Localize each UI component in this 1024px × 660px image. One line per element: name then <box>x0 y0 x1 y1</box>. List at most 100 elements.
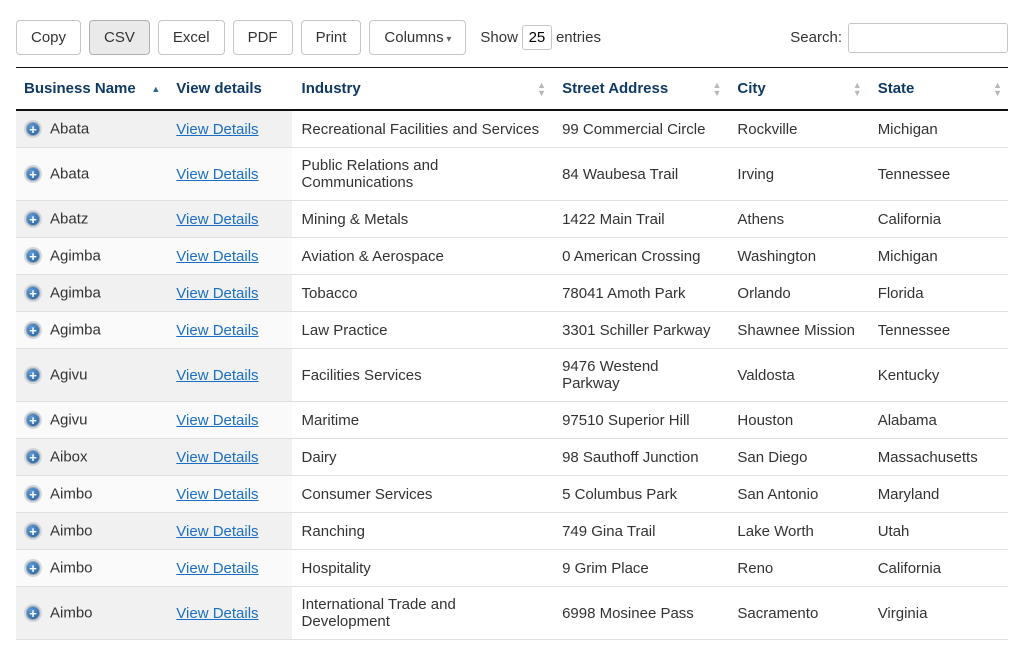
cell-state: Virginia <box>868 587 1008 640</box>
column-street-address[interactable]: Street Address ▲▼ <box>552 68 727 111</box>
length-control: Show entries <box>480 25 601 50</box>
expand-icon[interactable]: + <box>24 448 42 466</box>
table-row: +AgimbaView DetailsTobacco78041 Amoth Pa… <box>16 275 1008 312</box>
view-details-link[interactable]: View Details <box>176 121 258 138</box>
table-row: + Aimbo View Details Hospitality9 Grim Plac… <box>16 550 1008 587</box>
cell-industry: Recreational Facilities and Services <box>292 110 553 148</box>
expand-icon[interactable]: + <box>24 366 42 384</box>
cell-city: Athens <box>727 201 867 238</box>
view-details-link[interactable]: View Details <box>176 367 258 384</box>
cell-view-details: View Details <box>166 201 291 238</box>
view-details-link[interactable]: View Details <box>176 523 258 540</box>
show-label: Show <box>480 29 518 46</box>
cell-business-name: +Agivu <box>16 402 166 439</box>
cell-industry: Ranching <box>292 513 553 550</box>
sort-icon: ▲▼ <box>853 81 862 97</box>
cell-industry: Facilities Services <box>292 349 553 402</box>
cell-business-name: +Aimbo <box>16 587 166 640</box>
business-name-text: Abatz <box>50 211 88 228</box>
cell-state: Michigan <box>868 110 1008 148</box>
length-input[interactable] <box>522 25 552 50</box>
view-details-link[interactable]: View Details <box>176 605 258 622</box>
sort-icon: ▲▼ <box>537 81 546 97</box>
column-business-name[interactable]: Business Name ▲ <box>16 68 166 111</box>
cell-street-address: 99 Commercial Circle <box>552 110 727 148</box>
view-details-link[interactable]: View Details <box>176 322 258 339</box>
column-city[interactable]: City ▲▼ <box>727 68 867 111</box>
cell-business-name: +Abata <box>16 110 166 148</box>
cell-view-details: View Details <box>166 238 291 275</box>
cell-street-address: 78041 Amoth Park <box>552 275 727 312</box>
column-view-details[interactable]: View details <box>166 68 291 111</box>
cell-view-details: View Details <box>166 587 291 640</box>
expand-icon[interactable]: + <box>24 284 42 302</box>
cell-industry: Maritime <box>292 402 553 439</box>
expand-icon[interactable]: + <box>24 165 42 183</box>
table-row: +AgimbaView DetailsLaw Practice3301 Schi… <box>16 312 1008 349</box>
expand-icon[interactable]: + <box>24 604 42 622</box>
expand-icon[interactable]: + <box>24 247 42 265</box>
search-input[interactable] <box>848 23 1008 53</box>
csv-button[interactable]: CSV <box>89 20 150 55</box>
print-button[interactable]: Print <box>301 20 362 55</box>
cell-city: Irving <box>727 148 867 201</box>
view-details-link[interactable]: View Details <box>176 486 258 503</box>
cell-industry: Aviation & Aerospace <box>292 238 553 275</box>
expand-icon[interactable]: + <box>24 411 42 429</box>
table-row: +AimboView DetailsRanching749 Gina Trail… <box>16 513 1008 550</box>
pdf-button[interactable]: PDF <box>233 20 293 55</box>
cell-view-details: View Details <box>166 312 291 349</box>
search-label: Search: <box>790 29 842 46</box>
cell-street-address: 1422 Main Trail <box>552 201 727 238</box>
cell-industry: Tobacco <box>292 275 553 312</box>
datatable-container: Copy CSV Excel PDF Print Columns Show en… <box>16 20 1008 640</box>
cell-state: Utah <box>868 513 1008 550</box>
cell-state: Alabama <box>868 402 1008 439</box>
column-label: City <box>737 80 765 97</box>
view-details-link[interactable]: View Details <box>176 449 258 466</box>
table-row: +Abata View Details Recreational Facilitie… <box>16 110 1008 148</box>
column-label: View details <box>176 80 262 97</box>
table-row: +AgivuView DetailsFacilities Services947… <box>16 349 1008 402</box>
column-label: Business Name <box>24 80 136 97</box>
view-details-link[interactable]: View Details <box>176 211 258 228</box>
cell-street-address: 97510 Superior Hill <box>552 402 727 439</box>
expand-icon[interactable]: + <box>24 321 42 339</box>
view-details-link[interactable]: View Details <box>176 560 258 577</box>
cell-street-address: 3301 Schiller Parkway <box>552 312 727 349</box>
sort-asc-icon: ▲ <box>151 84 160 94</box>
expand-icon[interactable]: + <box>24 559 42 577</box>
cell-city: San Diego <box>727 439 867 476</box>
business-name-text: Abata <box>50 166 89 183</box>
cell-view-details: View Details <box>166 402 291 439</box>
column-industry[interactable]: Industry ▲▼ <box>292 68 553 111</box>
cell-industry: Hospitality <box>292 550 553 587</box>
cell-street-address: 9 Grim Place <box>552 550 727 587</box>
cell-industry: Mining & Metals <box>292 201 553 238</box>
excel-button[interactable]: Excel <box>158 20 225 55</box>
view-details-link[interactable]: View Details <box>176 285 258 302</box>
column-state[interactable]: State ▲▼ <box>868 68 1008 111</box>
cell-state: California <box>868 201 1008 238</box>
view-details-link[interactable]: View Details <box>176 248 258 265</box>
expand-icon[interactable]: + <box>24 522 42 540</box>
expand-icon[interactable]: + <box>24 120 42 138</box>
copy-button[interactable]: Copy <box>16 20 81 55</box>
cell-view-details: View Details <box>166 275 291 312</box>
expand-icon[interactable]: + <box>24 210 42 228</box>
sort-icon: ▲▼ <box>712 81 721 97</box>
columns-button[interactable]: Columns <box>369 20 466 55</box>
cell-industry: International Trade and Development <box>292 587 553 640</box>
sort-icon: ▲▼ <box>993 81 1002 97</box>
cell-city: Washington <box>727 238 867 275</box>
view-details-link[interactable]: View Details <box>176 166 258 183</box>
view-details-link[interactable]: View Details <box>176 412 258 429</box>
business-name-text: Aimbo <box>50 560 93 577</box>
expand-icon[interactable]: + <box>24 485 42 503</box>
cell-business-name: +Aimbo <box>16 476 166 513</box>
cell-view-details: View Details <box>166 349 291 402</box>
cell-state: Tennessee <box>868 312 1008 349</box>
cell-state: Michigan <box>868 238 1008 275</box>
cell-state: Kentucky <box>868 349 1008 402</box>
cell-state: California <box>868 550 1008 587</box>
